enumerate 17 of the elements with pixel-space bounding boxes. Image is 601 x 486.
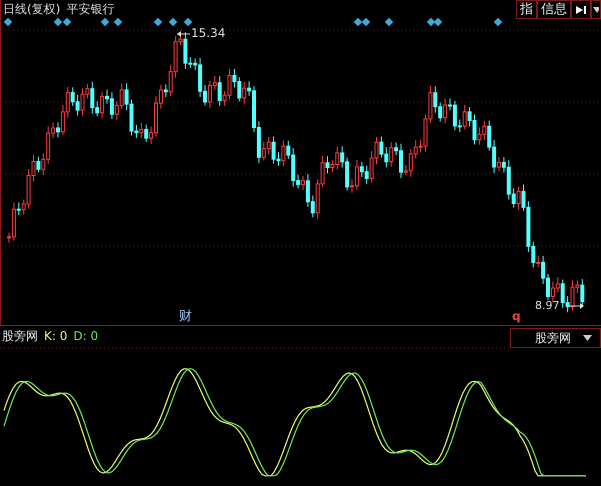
indicator-dropdown[interactable]: 股旁网 (510, 328, 601, 348)
low-price-label: 8.97 (535, 299, 560, 312)
event-marker: 财 (179, 308, 192, 325)
k-value: K: 0 (44, 329, 68, 343)
high-price-label: 15.34 (191, 26, 226, 40)
caret-icon (583, 335, 592, 341)
high-pointer-arrow (176, 31, 190, 37)
stock-name: 平安银行 (66, 1, 114, 18)
period-label: 日线(复权) (3, 1, 60, 18)
toolbar-button[interactable]: 指 (516, 0, 537, 19)
indicator-name: 股旁网 (2, 328, 38, 344)
d-value: D: 0 (73, 329, 98, 343)
corner-marker: q (512, 309, 521, 323)
toolbar-button[interactable]: 信息 (537, 0, 571, 19)
dropdown-caret-icon[interactable] (591, 0, 601, 19)
skip-end-icon[interactable] (571, 0, 591, 19)
low-pointer-arrow (568, 303, 584, 309)
